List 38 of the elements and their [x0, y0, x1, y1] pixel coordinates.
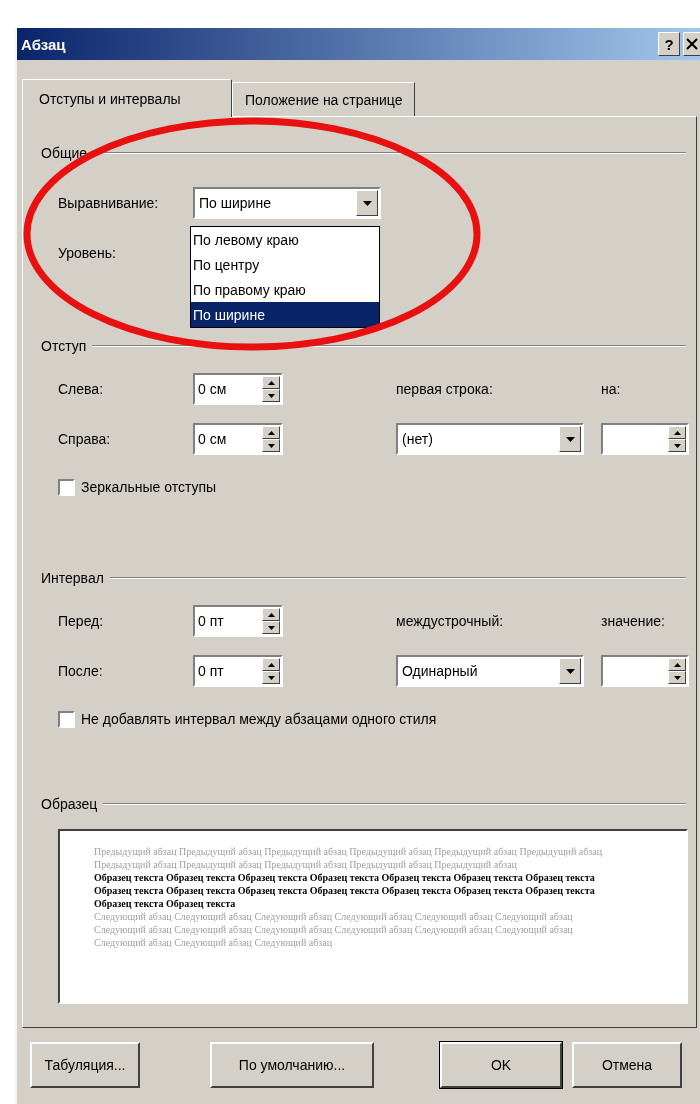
preview-text: Образец текста Образец текста Образец текста Образец текста Образец текста Образец текста Образец текста Образец текста Образец текста Образец текста Образец текста Образец текста Образец текста Образец текста Образец текста Образец текста: [94, 871, 596, 910]
field-label: После:: [58, 663, 104, 679]
preview-text: Следующий абзац Следующий абзац Следующий абзац Следующий абзац Следующий абзац Следующий абзац Следующий абзац Следующий абзац Следующий абзац Следующий абзац Следующий абзац Следующий абзац Следующий абзац Следующий абзац Следующий абзац: [94, 910, 574, 949]
field-label: междустрочный:: [396, 613, 505, 629]
dropdown-option[interactable]: По ширине: [191, 302, 379, 327]
dropdown-field[interactable]: Одинарный: [396, 655, 584, 687]
spin-field[interactable]: 0 пт: [193, 605, 283, 637]
checkbox-label: Не добавлять интервал между абзацами одного стиля: [81, 711, 437, 727]
dropdown-field[interactable]: (нет): [396, 423, 584, 455]
tab[interactable]: Положение на странице: [232, 82, 416, 116]
field-label: Выравнивание:: [58, 195, 160, 211]
spin-field[interactable]: 0 пт: [193, 655, 283, 687]
spin-field[interactable]: 0 см: [193, 373, 283, 405]
field-label: Перед:: [58, 613, 105, 629]
field-label: на:: [601, 381, 622, 397]
dialog-button[interactable]: OK: [440, 1042, 562, 1088]
field-label: Уровень:: [58, 245, 117, 261]
group-title: Образец: [41, 796, 98, 812]
spin-field[interactable]: 0 см: [193, 423, 283, 455]
field-label: Справа:: [58, 431, 112, 447]
group-title: Отступ: [41, 338, 87, 354]
dropdown-option[interactable]: По левому краю: [191, 227, 379, 252]
field-label: значение:: [601, 613, 666, 629]
group-title: Интервал: [41, 570, 104, 586]
dialog-button[interactable]: Отмена: [572, 1042, 682, 1088]
dialog-button[interactable]: Табуляция...: [30, 1042, 140, 1088]
tab[interactable]: Отступы и интервалы: [22, 79, 232, 117]
checkbox-label: Зеркальные отступы: [81, 479, 217, 495]
group-title: Общие: [41, 145, 88, 161]
preview-text: Предыдущий абзац Предыдущий абзац Предыдущий абзац Предыдущий абзац Предыдущий абзац Предыдущий абзац Предыдущий абзац Предыдущий абзац Предыдущий абзац Предыдущий абзац Предыдущий абзац: [94, 845, 604, 871]
field-label: первая строка:: [396, 381, 494, 397]
window-title: Абзац: [21, 35, 67, 53]
dropdown-field[interactable]: По ширине: [193, 187, 381, 219]
dropdown-option[interactable]: По правому краю: [191, 277, 379, 302]
dialog-button[interactable]: По умолчанию...: [210, 1042, 374, 1088]
field-label: Слева:: [58, 381, 105, 397]
help-button[interactable]: ?: [658, 32, 680, 56]
dropdown-option[interactable]: По центру: [191, 252, 379, 277]
